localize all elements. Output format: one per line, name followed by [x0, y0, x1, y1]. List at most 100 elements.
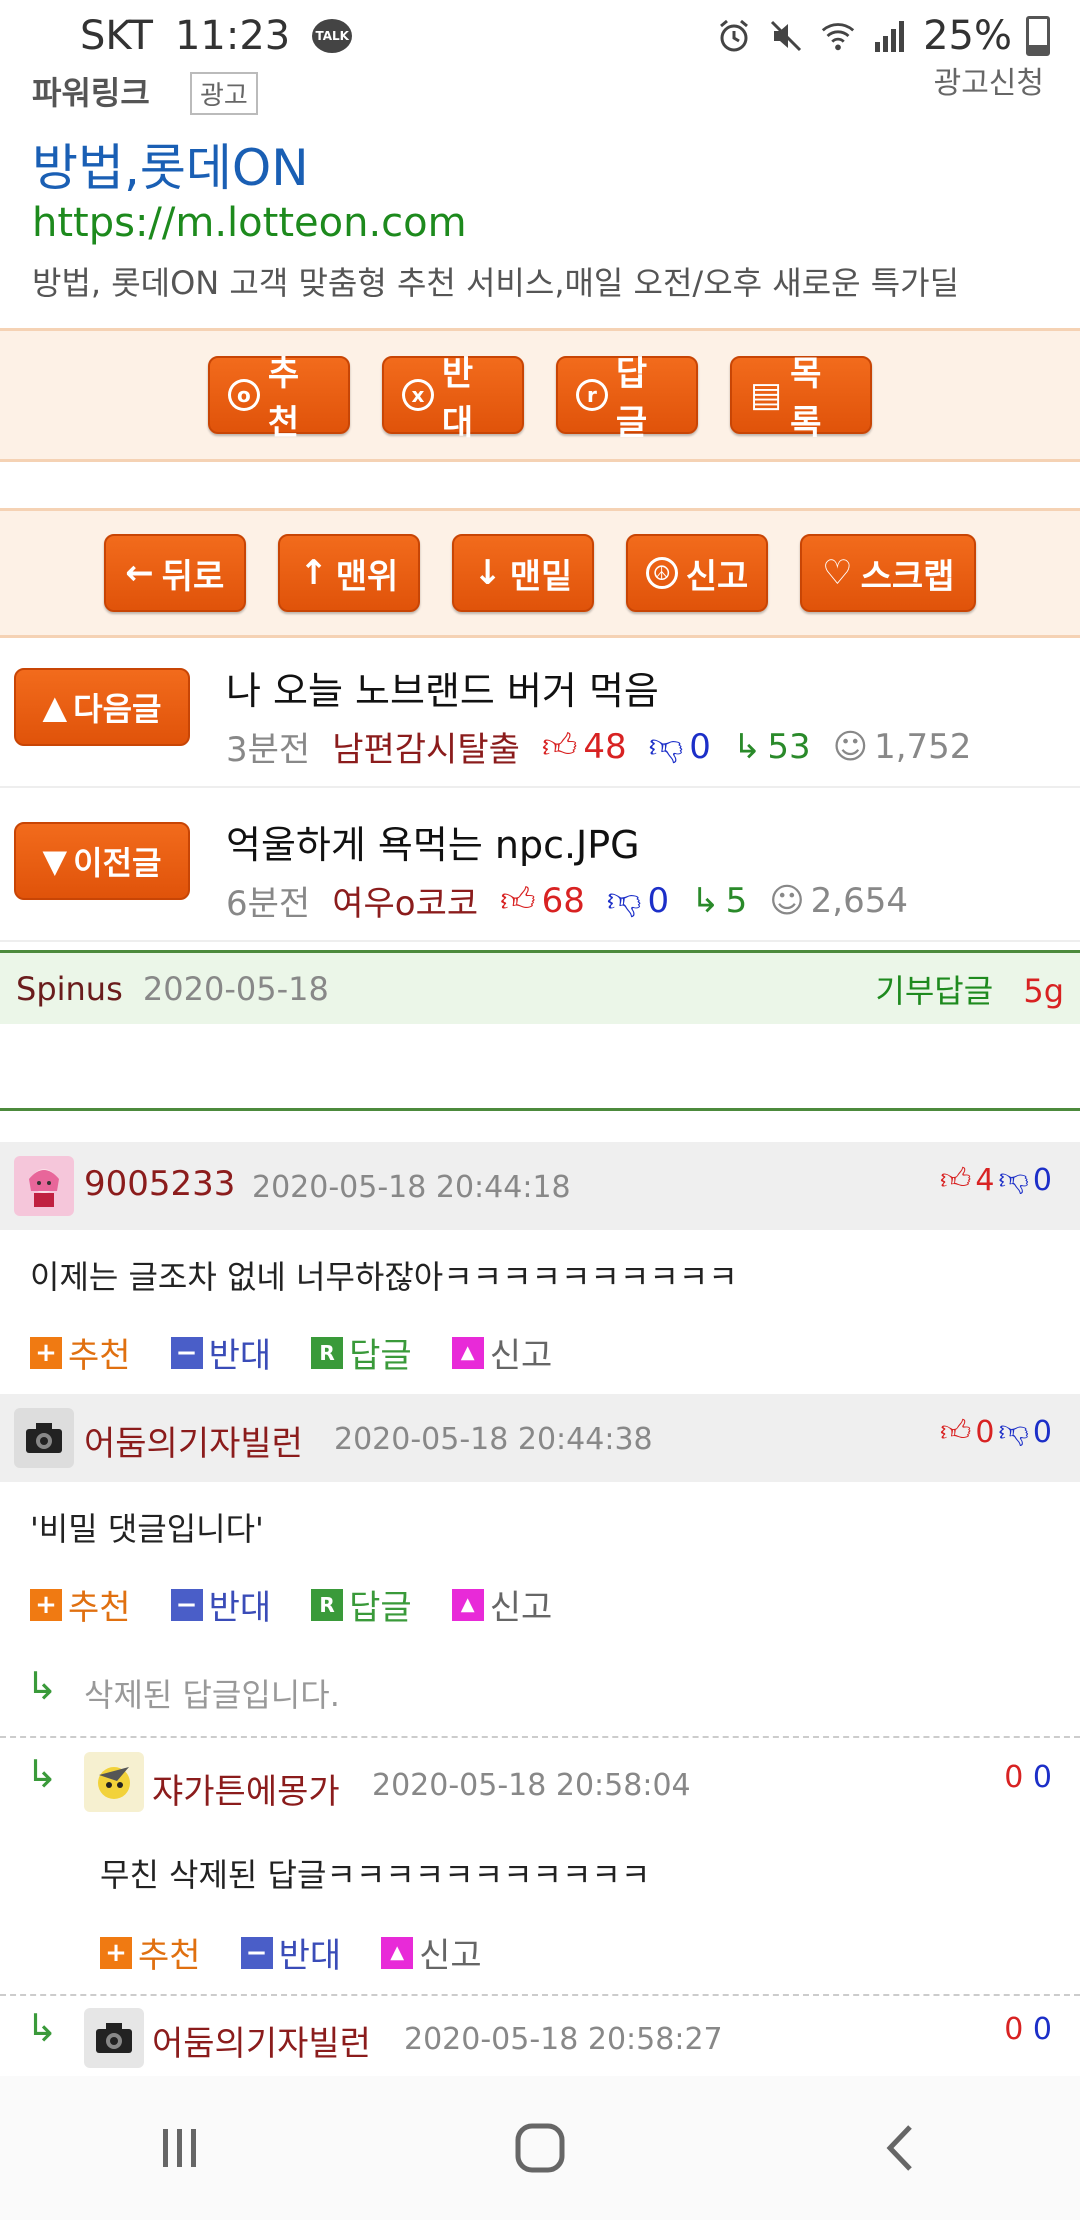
ad-request-link[interactable]: 광고신청	[934, 58, 1044, 102]
comment-actions: + 추천 − 반대 R 답글 ▲ 신고	[30, 1328, 552, 1377]
next-post-replies: ↳ 53	[732, 726, 811, 767]
post-author-name[interactable]: Spinus	[16, 970, 123, 1008]
avatar	[84, 2008, 144, 2068]
comment-body: 이제는 글조차 없네 너무하잖아ㅋㅋㅋㅋㅋㅋㅋㅋㅋㅋ	[30, 1258, 738, 1296]
reply-author[interactable]: 어둠의기자빌런	[152, 2016, 371, 2065]
next-post-title[interactable]: 나 오늘 노브랜드 버거 먹음	[226, 660, 659, 715]
reply-report-button[interactable]: ▲ 신고	[381, 1928, 482, 1977]
thumb-up-icon: 👍︎	[940, 1414, 972, 1449]
next-post-button[interactable]: ▲ 다음글	[14, 668, 190, 746]
home-button[interactable]	[480, 2103, 600, 2193]
next-post-meta: 3분전 남편감시탈출 👍︎ 48 👎︎ 0 ↳ 53 ☺ 1,752	[226, 722, 971, 771]
prev-post-author[interactable]: 여우o코코	[332, 876, 478, 925]
heart-icon: ♡	[822, 553, 853, 593]
comment-header: 어둠의기자빌런 2020-05-18 20:44:38 👍︎ 0 👎︎ 0	[0, 1394, 1080, 1482]
comment-author[interactable]: 9005233	[84, 1164, 235, 1204]
next-post-up: 👍︎ 48	[541, 726, 627, 767]
prev-post-ago: 6분전	[226, 884, 311, 924]
thumb-down-icon: 👎︎	[998, 1414, 1029, 1449]
siren-icon: ▲	[451, 1336, 484, 1369]
divider	[0, 1736, 1080, 1738]
smiley-icon: ☺	[769, 880, 805, 921]
thumb-up-icon: 👍︎	[541, 726, 578, 766]
reply-actions: + 추천 − 반대 ▲ 신고	[100, 1928, 482, 1977]
triangle-down-icon: ▼	[42, 842, 68, 880]
next-post-row[interactable]: ▲ 다음글 나 오늘 노브랜드 버거 먹음 3분전 남편감시탈출 👍︎ 48 👎︎…	[0, 638, 1080, 788]
reply-date: 2020-05-18 20:58:27	[404, 2022, 723, 2057]
carrier: SKT	[80, 13, 153, 59]
comment-reply-button[interactable]: R 답글	[311, 1580, 412, 1629]
ad-label: 파워링크	[32, 74, 150, 112]
minus-icon: −	[170, 1588, 203, 1621]
prev-post-down: 👎︎ 0	[606, 880, 670, 921]
comment-author[interactable]: 어둠의기자빌런	[84, 1416, 303, 1465]
comment-reply-button[interactable]: R 답글	[311, 1328, 412, 1377]
triangle-up-icon: ▲	[42, 688, 68, 726]
donate-reply-link[interactable]: 기부답글	[875, 972, 993, 1010]
comment-recommend-button[interactable]: + 추천	[30, 1580, 131, 1629]
next-post-ago: 3분전	[226, 730, 311, 770]
kakaotalk-icon: TALK	[312, 19, 353, 53]
smiley-icon: ☺	[832, 726, 869, 767]
prev-post-row[interactable]: ▼ 이전글 억울하게 욕먹는 npc.JPG 6분전 여우o코코 👍︎ 68 👎︎…	[0, 792, 1080, 942]
ad-url-link[interactable]: https://m.lotteon.com	[32, 200, 467, 246]
scrap-button[interactable]: ♡ 스크랩	[800, 534, 977, 612]
post-date: 2020-05-18	[142, 969, 329, 1008]
signal-icon	[871, 17, 909, 55]
arrow-up-icon: ↑	[299, 553, 328, 593]
prev-post-replies: ↳ 5	[691, 880, 748, 921]
thumb-down-icon: 👎︎	[648, 726, 684, 766]
circle-x-icon: x	[402, 379, 434, 411]
prev-post-button[interactable]: ▼ 이전글	[14, 822, 190, 900]
next-post-author[interactable]: 남편감시탈출	[332, 722, 520, 771]
reply-arrow-icon: ↳	[691, 880, 720, 921]
recent-apps-button[interactable]	[120, 2103, 240, 2193]
oppose-button[interactable]: x 반대	[382, 354, 524, 443]
ad-block[interactable]: 파워링크 광고 광고신청 방법,롯데ON https://m.lotteon.c…	[0, 58, 1080, 330]
recent-apps-icon	[163, 2129, 196, 2167]
back-button[interactable]: ← 뒤로	[103, 534, 246, 612]
reply-arrow-icon: ↳	[26, 2006, 58, 2050]
reply-recommend-button[interactable]: + 추천	[100, 1928, 201, 1977]
ad-title-link[interactable]: 방법,롯데ON	[32, 128, 309, 200]
reply-arrow-icon: ↳	[26, 1664, 58, 1708]
circle-r-icon: r	[576, 379, 608, 411]
next-post-down: 👎︎ 0	[648, 726, 711, 767]
list-icon: ▤	[750, 375, 783, 415]
comment-report-button[interactable]: ▲ 신고	[451, 1580, 552, 1629]
reply-votes: 0 0	[1004, 2012, 1052, 2047]
plus-icon: +	[30, 1588, 62, 1621]
prev-post-meta: 6분전 여우o코코 👍︎ 68 👎︎ 0 ↳ 5 ☺ 2,654	[226, 876, 908, 925]
comment-report-button[interactable]: ▲ 신고	[451, 1328, 552, 1377]
comment-oppose-button[interactable]: − 반대	[170, 1580, 271, 1629]
circle-o-icon: o	[228, 379, 260, 411]
avatar	[84, 1752, 144, 1812]
reply-votes: 0 0	[1004, 1760, 1052, 1795]
report-button[interactable]: ☮ 신고	[625, 534, 769, 612]
siren-icon: ▲	[381, 1936, 414, 1969]
prev-post-title[interactable]: 억울하게 욕먹는 npc.JPG	[226, 814, 640, 869]
next-post-views: ☺ 1,752	[832, 726, 972, 767]
post-author-bar: Spinus 2020-05-18 기부답글 5g	[0, 950, 1080, 1024]
avatar	[14, 1156, 74, 1216]
comment-recommend-button[interactable]: + 추천	[30, 1328, 131, 1377]
back-nav-button[interactable]	[840, 2103, 960, 2193]
reply-date: 2020-05-18 20:58:04	[372, 1768, 691, 1803]
battery-icon	[1026, 16, 1050, 56]
thumb-up-icon: 👍︎	[940, 1162, 972, 1197]
comment-body: '비밀 댓글입니다'	[30, 1510, 264, 1548]
peace-icon: ☮	[645, 557, 678, 589]
list-button[interactable]: ▤ 목록	[730, 354, 872, 443]
reply-body: 무친 삭제된 답글ㅋㅋㅋㅋㅋㅋㅋㅋㅋㅋㅋ	[100, 1856, 651, 1894]
top-button[interactable]: ↑ 맨위	[277, 534, 420, 612]
bottom-button[interactable]: ↓ 맨밑	[451, 534, 594, 612]
thumb-down-icon: 👎︎	[606, 880, 642, 920]
reply-button[interactable]: r 답글	[556, 354, 698, 443]
reply-oppose-button[interactable]: − 반대	[240, 1928, 341, 1977]
reply-author[interactable]: 쟈가튼에몽가	[152, 1764, 340, 1813]
comment-oppose-button[interactable]: − 반대	[170, 1328, 271, 1377]
arrow-down-icon: ↓	[473, 553, 502, 593]
gold-amount: 5g	[1023, 971, 1064, 1010]
recommend-button[interactable]: o 추천	[208, 354, 350, 443]
wifi-icon	[819, 17, 857, 55]
